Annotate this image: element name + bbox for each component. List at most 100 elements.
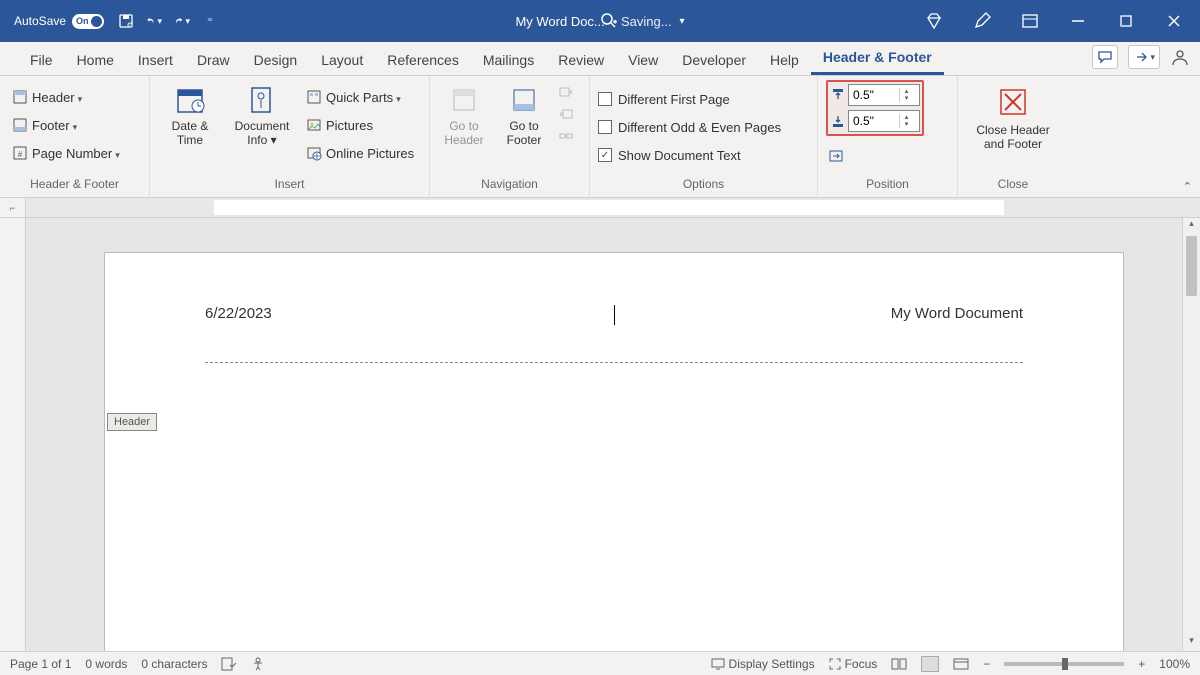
group-navigation: Go toHeader Go toFooter Navigation	[430, 76, 590, 197]
web-layout-icon[interactable]	[953, 658, 969, 670]
pictures-button[interactable]: Pictures	[302, 112, 418, 138]
toggle-knob	[91, 16, 102, 27]
zoom-out-button[interactable]: −	[983, 657, 990, 671]
tab-view[interactable]: View	[616, 46, 670, 75]
title-dropdown-icon[interactable]: ▾	[680, 16, 685, 27]
focus-button[interactable]: Focus	[829, 657, 878, 671]
group-label-position: Position	[826, 177, 949, 195]
tab-mailings[interactable]: Mailings	[471, 46, 546, 75]
tab-draw[interactable]: Draw	[185, 46, 242, 75]
autosave-toggle[interactable]: On	[72, 14, 104, 29]
tab-file[interactable]: File	[18, 46, 65, 75]
spell-check-icon[interactable]	[221, 657, 237, 671]
link-previous-icon	[558, 128, 574, 144]
show-document-text-checkbox[interactable]: ✓Show Document Text	[598, 142, 781, 168]
ribbon-display-icon[interactable]	[1016, 7, 1044, 35]
group-header-footer: Header Footer #Page Number Header & Foot…	[0, 76, 150, 197]
tab-insert[interactable]: Insert	[126, 46, 185, 75]
share-button[interactable]: ▾	[1128, 45, 1160, 69]
title-bar: AutoSave On ▾ ▾ ⁼ My Word Doc... • Savin…	[0, 0, 1200, 42]
goto-footer-button[interactable]: Go toFooter	[498, 80, 550, 148]
horizontal-ruler[interactable]	[26, 198, 1200, 217]
footer-from-bottom-spinner[interactable]: ▴▾	[848, 110, 920, 132]
display-settings-button[interactable]: Display Settings	[711, 657, 815, 671]
vertical-ruler[interactable]	[0, 218, 26, 651]
tab-design[interactable]: Design	[242, 46, 310, 75]
quick-parts-button[interactable]: Quick Parts	[302, 84, 418, 110]
tab-layout[interactable]: Layout	[309, 46, 375, 75]
online-pictures-button[interactable]: Online Pictures	[302, 140, 418, 166]
goto-header-button: Go toHeader	[438, 80, 490, 148]
tab-developer[interactable]: Developer	[670, 46, 758, 75]
comments-icon[interactable]	[1092, 45, 1118, 69]
group-options: Different First Page Different Odd & Eve…	[590, 76, 818, 197]
header-tag: Header	[107, 413, 157, 431]
header-left-text[interactable]: 6/22/2023	[205, 305, 272, 322]
group-label-close: Close	[966, 177, 1060, 195]
next-icon	[558, 106, 574, 122]
different-first-page-checkbox[interactable]: Different First Page	[598, 86, 781, 112]
footer-from-bottom-input[interactable]	[849, 114, 899, 128]
undo-icon[interactable]: ▾	[146, 13, 162, 29]
insert-alignment-tab-icon[interactable]	[828, 148, 844, 164]
print-layout-icon[interactable]	[921, 656, 939, 672]
save-icon[interactable]	[118, 13, 134, 29]
tab-help[interactable]: Help	[758, 46, 811, 75]
date-time-button[interactable]: Date &Time	[158, 80, 222, 148]
vertical-scrollbar[interactable]: ▴ ▾	[1182, 218, 1200, 651]
header-from-top-input[interactable]	[849, 88, 899, 102]
scroll-up-icon[interactable]: ▴	[1183, 218, 1200, 234]
document-name: My Word Doc...	[515, 14, 604, 29]
group-close: Close Headerand Footer Close	[958, 76, 1068, 197]
tab-review[interactable]: Review	[546, 46, 616, 75]
status-bar: Page 1 of 1 0 words 0 characters Display…	[0, 651, 1200, 675]
quick-access-toolbar: ▾ ▾ ⁼	[118, 13, 218, 29]
svg-text:#: #	[18, 150, 23, 159]
tab-header-footer[interactable]: Header & Footer	[811, 43, 944, 75]
maximize-button[interactable]	[1112, 7, 1140, 35]
pen-icon[interactable]	[968, 7, 996, 35]
different-odd-even-checkbox[interactable]: Different Odd & Even Pages	[598, 114, 781, 140]
word-count[interactable]: 0 words	[85, 657, 127, 671]
page-header-area[interactable]: 6/22/2023 My Word Document	[105, 253, 1123, 403]
footer-button[interactable]: Footer	[8, 112, 124, 138]
text-cursor	[614, 305, 615, 325]
group-insert: Date &Time DocumentInfo ▾ Quick Parts Pi…	[150, 76, 430, 197]
tab-references[interactable]: References	[375, 46, 471, 75]
title-right-controls	[920, 7, 1188, 35]
search-icon[interactable]	[600, 12, 616, 28]
accessibility-icon[interactable]	[251, 657, 265, 671]
scroll-thumb[interactable]	[1186, 236, 1197, 296]
collapse-ribbon-icon[interactable]: ⌃	[1183, 180, 1192, 193]
zoom-thumb[interactable]	[1062, 658, 1068, 670]
account-icon[interactable]	[1170, 47, 1190, 67]
zoom-slider[interactable]	[1004, 662, 1124, 666]
group-label-nav: Navigation	[438, 177, 581, 195]
diamond-icon[interactable]	[920, 7, 948, 35]
close-button[interactable]	[1160, 7, 1188, 35]
header-right-text[interactable]: My Word Document	[891, 305, 1023, 322]
header-button[interactable]: Header	[8, 84, 124, 110]
group-label-options: Options	[598, 177, 809, 195]
char-count[interactable]: 0 characters	[141, 657, 207, 671]
document-info-button[interactable]: DocumentInfo ▾	[230, 80, 294, 148]
tab-home[interactable]: Home	[65, 46, 126, 75]
redo-icon[interactable]: ▾	[174, 13, 190, 29]
document-viewport[interactable]: 6/22/2023 My Word Document Header	[26, 218, 1200, 651]
qat-customize-icon[interactable]: ⁼	[202, 13, 218, 29]
page-number-button[interactable]: #Page Number	[8, 140, 124, 166]
header-boundary-line	[205, 362, 1023, 363]
zoom-in-button[interactable]: +	[1138, 657, 1145, 671]
ruler-corner[interactable]: ⌐	[0, 198, 26, 217]
page-indicator[interactable]: Page 1 of 1	[10, 657, 71, 671]
save-status: • Saving...	[613, 14, 672, 29]
tab-right-tools: ▾	[1092, 45, 1190, 69]
work-area: 6/22/2023 My Word Document Header	[0, 218, 1200, 651]
minimize-button[interactable]	[1064, 7, 1092, 35]
scroll-down-icon[interactable]: ▾	[1183, 635, 1200, 651]
zoom-level[interactable]: 100%	[1159, 657, 1190, 671]
autosave-control[interactable]: AutoSave On	[14, 14, 104, 29]
close-header-footer-button[interactable]: Close Headerand Footer	[966, 80, 1060, 152]
header-from-top-spinner[interactable]: ▴▾	[848, 84, 920, 106]
read-mode-icon[interactable]	[891, 658, 907, 670]
